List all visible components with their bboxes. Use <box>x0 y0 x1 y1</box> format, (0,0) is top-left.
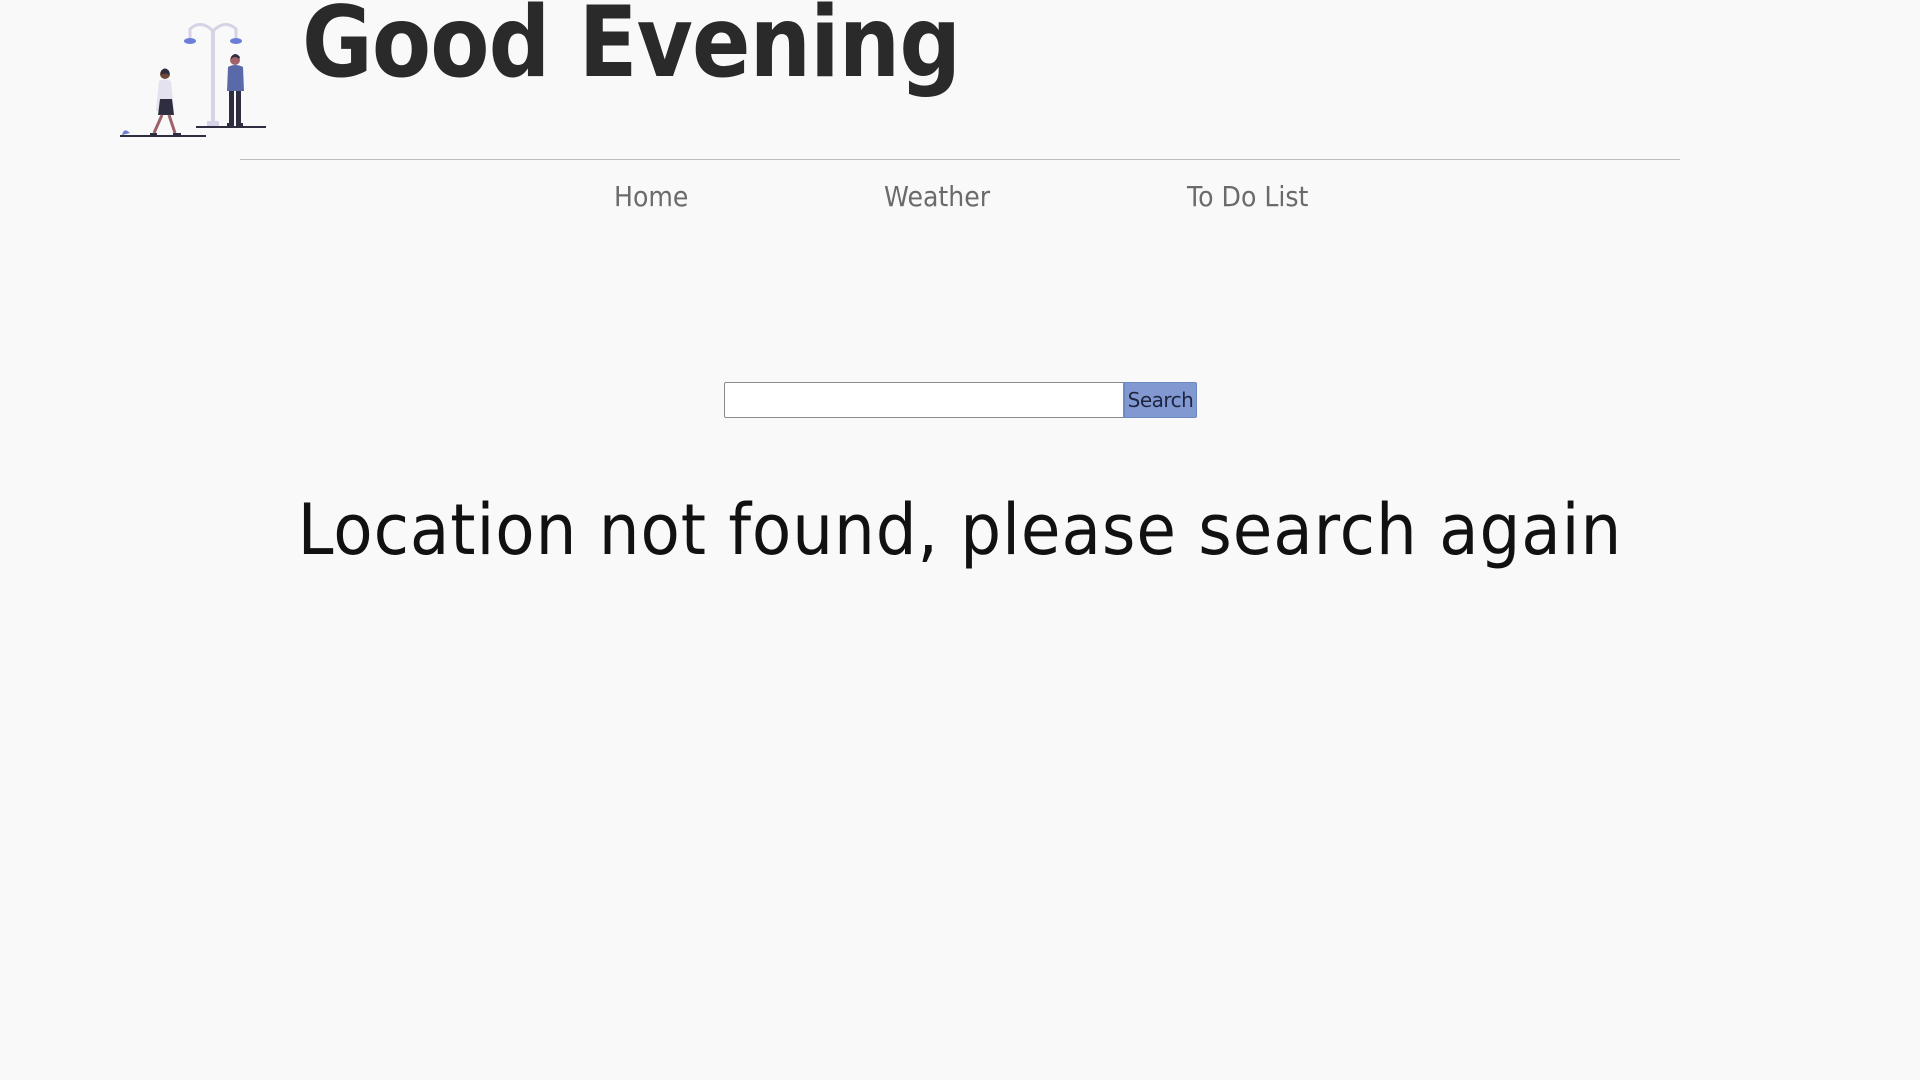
page-title: Good Evening <box>302 0 961 101</box>
location-not-found-message: Location not found, please search again <box>297 489 1623 571</box>
nav-todo-list-link[interactable]: To Do List <box>1187 180 1308 213</box>
location-search-input[interactable] <box>724 382 1124 418</box>
nav-weather-link[interactable]: Weather <box>884 180 990 213</box>
search-button[interactable]: Search <box>1124 382 1197 418</box>
location-search-form: Search <box>724 382 1197 418</box>
status-message-container: Location not found, please search again <box>0 492 1920 569</box>
main-nav: Home Weather To Do List <box>0 180 1920 222</box>
header: Good Evening <box>116 0 1050 150</box>
nav-home-link[interactable]: Home <box>614 180 688 213</box>
page: Good Evening Home Weather To Do List Sea… <box>0 0 1920 1080</box>
street-lamp-people-icon <box>120 23 266 137</box>
header-divider <box>240 159 1680 160</box>
